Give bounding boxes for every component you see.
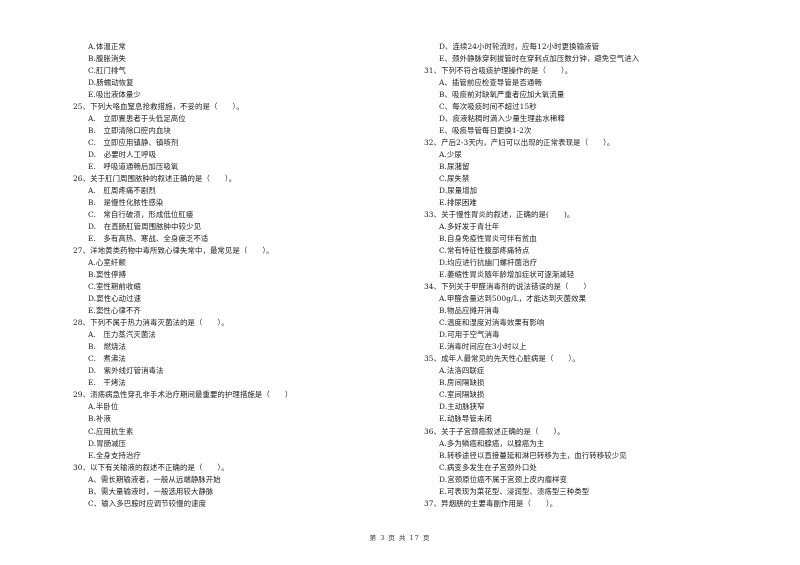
answer-option: E. 呼吸道通畅后加压吸氧 bbox=[88, 162, 179, 172]
answer-option: B.腹胀消失 bbox=[88, 54, 126, 64]
question-stem: 28、下列不属于热力消毒灭菌法的是（ ）。 bbox=[73, 318, 229, 328]
answer-option: C.尿失禁 bbox=[439, 174, 470, 184]
answer-option: D.均应进行抗幽门螺杆菌治疗 bbox=[439, 258, 538, 268]
answer-option: C.室性期前收缩 bbox=[88, 282, 141, 292]
answer-option: A. 立即置患者于头低足高位 bbox=[88, 114, 186, 124]
question-stem: 34、下列关于甲醛消毒剂的说法错误的是（ ） bbox=[424, 282, 591, 292]
question-stem: 37、异烟肼的主要毒副作用是（ ）。 bbox=[424, 498, 558, 508]
answer-option: E.动脉导管未闭 bbox=[439, 414, 492, 424]
answer-option: E. 多有高热、寒战、全身疲乏不适 bbox=[88, 234, 209, 244]
question-stem: 29、溃疡病急性穿孔非手术治疗期间最重要的护理措施是（ ） bbox=[73, 390, 293, 400]
answer-option: A、插管前应检查导管是否通畅 bbox=[439, 78, 542, 88]
answer-option: E. 干烤法 bbox=[88, 378, 126, 388]
answer-option: C.温度和湿度对消毒效果有影响 bbox=[439, 318, 545, 328]
document-page: A.体温正常 B.腹胀消失 C.肛门排气 D.肠蠕动恢复 E.吸出液体量少 25、下列大咯… bbox=[0, 0, 800, 565]
answer-option: E.吸出液体量少 bbox=[88, 90, 141, 100]
answer-option: D. 在直肠肛管周围脓肿中较少见 bbox=[88, 222, 202, 232]
answer-option: A.法洛四联症 bbox=[439, 366, 485, 376]
answer-option: C. 煮沸法 bbox=[88, 354, 126, 364]
answer-option: C、输入多巴胺时应调节较慢的速度 bbox=[88, 498, 207, 508]
answer-option: E.可表现为菜花型、浸润型、溃疡型三种类型 bbox=[439, 486, 590, 496]
answer-option: E.消毒时间应在3小时以上 bbox=[439, 342, 527, 352]
answer-option: C、每次吸痰时间不超过15秒 bbox=[439, 102, 537, 112]
question-stem: 27、洋地黄类药物中毒所致心律失常中，最常见是（ ）。 bbox=[73, 246, 274, 256]
answer-option: A.多好发于青壮年 bbox=[439, 222, 500, 232]
answer-option: B.房间隔缺损 bbox=[439, 378, 485, 388]
page-number-footer: 第 3 页 共 17 页 bbox=[369, 534, 431, 542]
answer-option: B、需大量输液时，一般选用较大静脉 bbox=[88, 486, 214, 496]
answer-option: D、连续24小时轮流时，应每12小时更换输液管 bbox=[439, 42, 600, 51]
answer-option: B、吸痰前对缺氧严重者应加大氧流量 bbox=[439, 90, 565, 100]
answer-option: D.可用于空气消毒 bbox=[439, 330, 500, 340]
answer-option: B. 燃烧法 bbox=[88, 342, 126, 352]
answer-option: A.少尿 bbox=[439, 150, 462, 160]
answer-option: A.多为鳞癌和腺癌，以腺癌为主 bbox=[439, 438, 545, 448]
answer-option: B.补液 bbox=[88, 414, 111, 424]
answer-option: B.尿潴留 bbox=[439, 162, 470, 172]
answer-option: D.主动脉狭窄 bbox=[439, 402, 485, 412]
answer-option: D.窦性心动过速 bbox=[88, 294, 142, 304]
answer-option: D.宫颈原位癌不属于宫颈上皮内瘤样变 bbox=[439, 474, 568, 484]
answer-option: D.尿量增加 bbox=[439, 186, 478, 196]
answer-option: E、吸痰导管每日更换1-2次 bbox=[439, 126, 532, 136]
answer-option: B.窦性停搏 bbox=[88, 270, 126, 280]
answer-option: C.应用抗生素 bbox=[88, 426, 134, 436]
answer-option: D. 紫外线灯管消毒法 bbox=[88, 366, 164, 376]
answer-option: C.肛门排气 bbox=[88, 66, 126, 76]
answer-option: D. 必要时人工呼吸 bbox=[88, 150, 157, 160]
answer-option: A.甲醛含量达到500g/L，才能达到灭菌效果 bbox=[439, 294, 587, 304]
answer-option: A.半卧位 bbox=[88, 402, 119, 412]
question-stem: 31、下列不符合吸痰护理操作的是（ ）。 bbox=[424, 66, 573, 76]
answer-option: B.转移途径以直接蔓延和淋巴转移为主，血行转移较少见 bbox=[439, 450, 627, 460]
answer-option: C.室间隔缺损 bbox=[439, 390, 485, 400]
answer-option: E.全身支持治疗 bbox=[88, 450, 141, 460]
answer-option: A.体温正常 bbox=[88, 42, 126, 51]
answer-option: C.病变多发生在子宫颈外口处 bbox=[439, 462, 537, 472]
answer-option: E.窦性心律不齐 bbox=[88, 306, 141, 316]
answer-option: A. 压力蒸汽灭菌法 bbox=[88, 330, 156, 340]
right-column: D、连续24小时轮流时，应每12小时更换输液管 E、颈外静脉穿刺拔管时在穿刺点加压… bbox=[424, 41, 764, 510]
answer-option: D、痰液粘稠时滴入少量生理盐水稀释 bbox=[439, 114, 565, 124]
answer-option: C. 常自行破溃，形成低位肛瘘 bbox=[88, 210, 194, 220]
question-stem: 36、关于子宫颈癌叙述正确的是（ ）。 bbox=[424, 426, 565, 436]
answer-option: E、颈外静脉穿刺拔管时在穿刺点加压数分钟，避免空气进入 bbox=[439, 54, 640, 64]
question-stem: 32、产后2-3天内，产妇可以出现的正常表现是（ ）。 bbox=[424, 138, 615, 148]
answer-option: A. 肛周疼痛不剧烈 bbox=[88, 186, 156, 196]
answer-option: B. 立即清除口腔内血块 bbox=[88, 126, 171, 136]
answer-option: D.肠蠕动恢复 bbox=[88, 78, 134, 88]
answer-option: C.常有特征性腹部疼痛特点 bbox=[439, 246, 530, 256]
question-stem: 30、以下有关输液的叙述不正确的是（ ）。 bbox=[73, 462, 229, 472]
answer-option: A.心室纤颤 bbox=[88, 258, 126, 268]
question-stem: 33、关于慢性胃炎的叙述，正确的是( )。 bbox=[424, 210, 575, 220]
answer-option: B.自身免疫性胃炎可伴有贫血 bbox=[439, 234, 537, 244]
answer-option: D.胃肠减压 bbox=[88, 438, 127, 448]
answer-option: B. 是慢性化脓性感染 bbox=[88, 198, 164, 208]
left-column: A.体温正常 B.腹胀消失 C.肛门排气 D.肠蠕动恢复 E.吸出液体量少 25、下列大咯… bbox=[73, 41, 403, 510]
answer-option: C. 立即应用镇静、镇咳剂 bbox=[88, 138, 179, 148]
answer-option: A、需长期输液者，一般从远端静脉开始 bbox=[88, 474, 221, 484]
answer-option: E.排尿困难 bbox=[439, 198, 477, 208]
question-stem: 26、关于肛门周围脓肿的叙述正确的是（ ）。 bbox=[73, 174, 237, 184]
answer-option: E.萎缩性胃炎随年龄增加症状可逐渐减轻 bbox=[439, 270, 575, 280]
answer-option: B.物品应摊开消毒 bbox=[439, 306, 500, 316]
question-stem: 25、下列大咯血窒息抢救措施，不妥的是（ ）。 bbox=[73, 102, 244, 112]
question-stem: 35、成年人最常见的先天性心脏病是（ ）。 bbox=[424, 354, 580, 364]
